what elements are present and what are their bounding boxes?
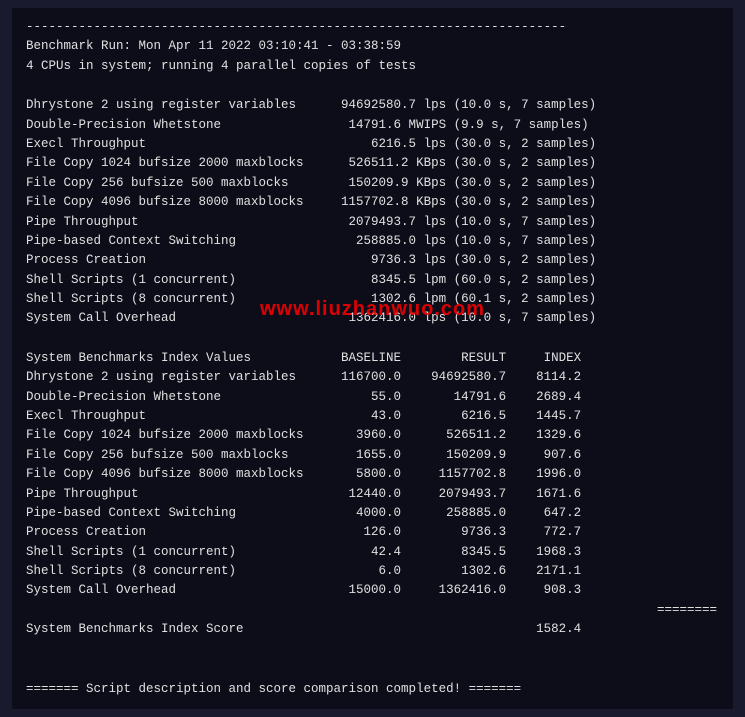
equals-separator: ======== bbox=[26, 601, 719, 620]
index-header: System Benchmarks Index Values BASELINE … bbox=[26, 349, 719, 368]
raw-result-line: Process Creation 9736.3 lps (30.0 s, 2 s… bbox=[26, 251, 719, 270]
index-result-line: Execl Throughput 43.0 6216.5 1445.7 bbox=[26, 407, 719, 426]
index-result-line: Double-Precision Whetstone 55.0 14791.6 … bbox=[26, 388, 719, 407]
separator-top: ----------------------------------------… bbox=[26, 18, 719, 37]
raw-result-line: Dhrystone 2 using register variables 946… bbox=[26, 96, 719, 115]
raw-result-line: File Copy 4096 bufsize 8000 maxblocks 11… bbox=[26, 193, 719, 212]
index-result-line: File Copy 4096 bufsize 8000 maxblocks 58… bbox=[26, 465, 719, 484]
empty-line-4 bbox=[26, 660, 719, 680]
index-result-line: Dhrystone 2 using register variables 116… bbox=[26, 368, 719, 387]
index-results-section: Dhrystone 2 using register variables 116… bbox=[26, 368, 719, 601]
empty-line-1 bbox=[26, 76, 719, 96]
empty-line-3 bbox=[26, 640, 719, 660]
index-header-row: System Benchmarks Index Values BASELINE … bbox=[26, 349, 719, 368]
index-result-line: Process Creation 126.0 9736.3 772.7 bbox=[26, 523, 719, 542]
raw-result-line: Pipe Throughput 2079493.7 lps (10.0 s, 7… bbox=[26, 213, 719, 232]
index-result-line: Pipe Throughput 12440.0 2079493.7 1671.6 bbox=[26, 485, 719, 504]
raw-result-line: Pipe-based Context Switching 258885.0 lp… bbox=[26, 232, 719, 251]
score-line: System Benchmarks Index Score 1582.4 bbox=[26, 620, 719, 639]
index-result-line: File Copy 256 bufsize 500 maxblocks 1655… bbox=[26, 446, 719, 465]
raw-result-line: File Copy 1024 bufsize 2000 maxblocks 52… bbox=[26, 154, 719, 173]
completion-line: ======= Script description and score com… bbox=[26, 680, 719, 699]
header-line2: 4 CPUs in system; running 4 parallel cop… bbox=[26, 57, 719, 76]
header-line1: Benchmark Run: Mon Apr 11 2022 03:10:41 … bbox=[26, 37, 719, 56]
score-row: System Benchmarks Index Score 1582.4 bbox=[26, 620, 719, 639]
terminal-window: www.liuzhanwuo.com ---------------------… bbox=[12, 8, 733, 709]
raw-result-line: Shell Scripts (1 concurrent) 8345.5 lpm … bbox=[26, 271, 719, 290]
raw-result-line: File Copy 256 bufsize 500 maxblocks 1502… bbox=[26, 174, 719, 193]
index-result-line: File Copy 1024 bufsize 2000 maxblocks 39… bbox=[26, 426, 719, 445]
empty-line-2 bbox=[26, 329, 719, 349]
index-result-line: Shell Scripts (1 concurrent) 42.4 8345.5… bbox=[26, 543, 719, 562]
index-result-line: Pipe-based Context Switching 4000.0 2588… bbox=[26, 504, 719, 523]
watermark: www.liuzhanwuo.com bbox=[260, 298, 485, 321]
index-result-line: System Call Overhead 15000.0 1362416.0 9… bbox=[26, 581, 719, 600]
raw-results-section: Dhrystone 2 using register variables 946… bbox=[26, 96, 719, 329]
raw-result-line: Execl Throughput 6216.5 lps (30.0 s, 2 s… bbox=[26, 135, 719, 154]
raw-result-line: Double-Precision Whetstone 14791.6 MWIPS… bbox=[26, 116, 719, 135]
index-result-line: Shell Scripts (8 concurrent) 6.0 1302.6 … bbox=[26, 562, 719, 581]
